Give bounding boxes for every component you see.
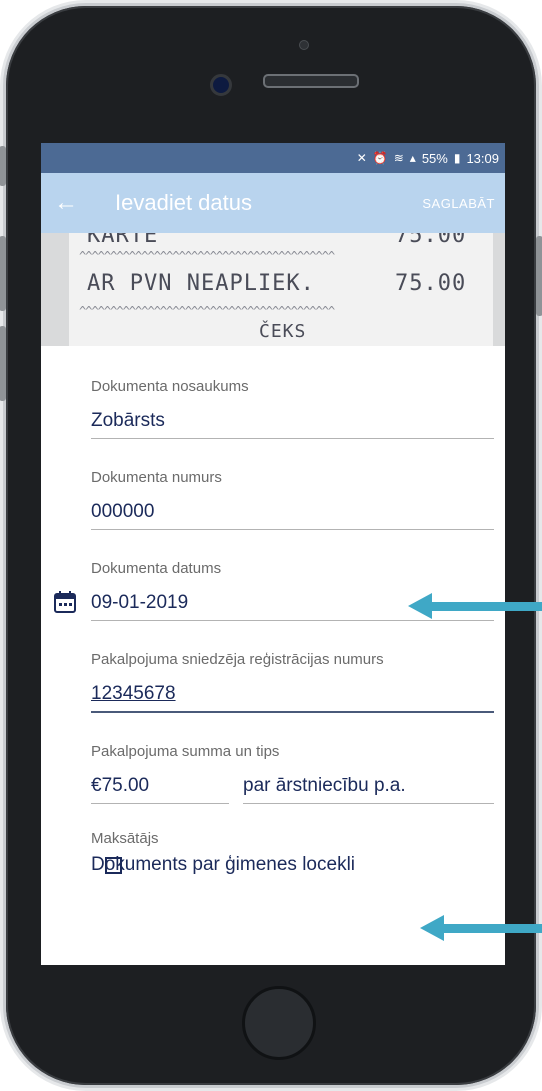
doc-name-input[interactable]: Zobārsts xyxy=(91,400,494,439)
amount-input[interactable]: €75.00 xyxy=(91,765,229,804)
battery-level: 55% xyxy=(421,150,448,166)
clock: 13:09 xyxy=(466,150,499,166)
annotation-arrow-date xyxy=(408,593,542,619)
proximity-sensor xyxy=(299,40,309,50)
provider-label: Pakalpojuma sniedzēja reģistrācijas numu… xyxy=(91,651,384,668)
receipt-divider: ^^^^^^^^^^^^^^^^^^^^^^^^^^^^^^^^^^^^^^^^… xyxy=(79,304,335,318)
payer-field: Maksātājs Dokuments par ģimenes locekli xyxy=(91,812,495,876)
home-button[interactable] xyxy=(242,986,316,1060)
signal-icon: ▴ xyxy=(409,151,416,165)
calendar-icon[interactable] xyxy=(54,591,76,613)
payer-label: Maksātājs xyxy=(91,830,159,847)
wifi-icon: ≋ xyxy=(393,151,404,165)
type-select[interactable]: par ārstniecību p.a. xyxy=(243,765,494,804)
earpiece-speaker xyxy=(263,74,359,88)
status-bar: ✕ ⏰ ≋ ▴ 55% ▮ 13:09 xyxy=(41,143,505,173)
amount-field: Pakalpojuma summa un tips €75.00 par ārs… xyxy=(91,721,495,804)
doc-number-label: Dokumenta numurs xyxy=(91,469,222,486)
doc-number-field: Dokumenta numurs 000000 xyxy=(91,447,495,530)
doc-name-label: Dokumenta nosaukums xyxy=(91,378,249,395)
side-button-volume-up xyxy=(0,236,6,311)
alarm-icon: ⏰ xyxy=(372,151,388,165)
receipt-line: 75.00 xyxy=(395,271,467,296)
receipt-image: KARTE 75.00 ^^^^^^^^^^^^^^^^^^^^^^^^^^^^… xyxy=(41,233,505,346)
annotation-arrow-checkbox xyxy=(420,915,542,941)
side-button-power xyxy=(536,236,542,316)
doc-name-field: Dokumenta nosaukums Zobārsts xyxy=(91,356,495,439)
document-form: Dokumenta nosaukums Zobārsts Dokumenta n… xyxy=(41,346,505,876)
family-member-checkbox-label[interactable]: Dokuments par ģimenes locekli xyxy=(91,854,355,876)
front-camera xyxy=(210,74,232,96)
page-title: Ievadiet datus xyxy=(115,190,252,215)
app-screen: ✕ ⏰ ≋ ▴ 55% ▮ 13:09 ← Ievadiet datus SAG… xyxy=(41,143,505,965)
doc-date-label: Dokumenta datums xyxy=(91,560,222,577)
amount-label: Pakalpojuma summa un tips xyxy=(91,743,280,760)
receipt-line: 75.00 xyxy=(395,233,467,248)
doc-number-input[interactable]: 000000 xyxy=(91,491,494,530)
save-button[interactable]: SAGLABĀT xyxy=(422,196,505,211)
receipt-line: AR PVN NEAPLIEK. xyxy=(87,271,315,296)
battery-icon: ▮ xyxy=(453,151,461,165)
receipt-line: ČEKS xyxy=(259,321,307,342)
side-button-silent xyxy=(0,146,6,186)
app-bar: ← Ievadiet datus SAGLABĀT xyxy=(41,173,505,233)
side-button-volume-down xyxy=(0,326,6,401)
family-member-checkbox[interactable] xyxy=(105,856,122,874)
provider-field: Pakalpojuma sniedzēja reģistrācijas numu… xyxy=(91,629,495,713)
arrow-back-icon[interactable]: ← xyxy=(41,189,91,217)
provider-input[interactable]: 12345678 xyxy=(91,673,494,713)
receipt-divider: ^^^^^^^^^^^^^^^^^^^^^^^^^^^^^^^^^^^^^^^^… xyxy=(79,249,335,263)
receipt-line: KARTE xyxy=(87,233,159,248)
mute-icon: ✕ xyxy=(356,151,367,165)
